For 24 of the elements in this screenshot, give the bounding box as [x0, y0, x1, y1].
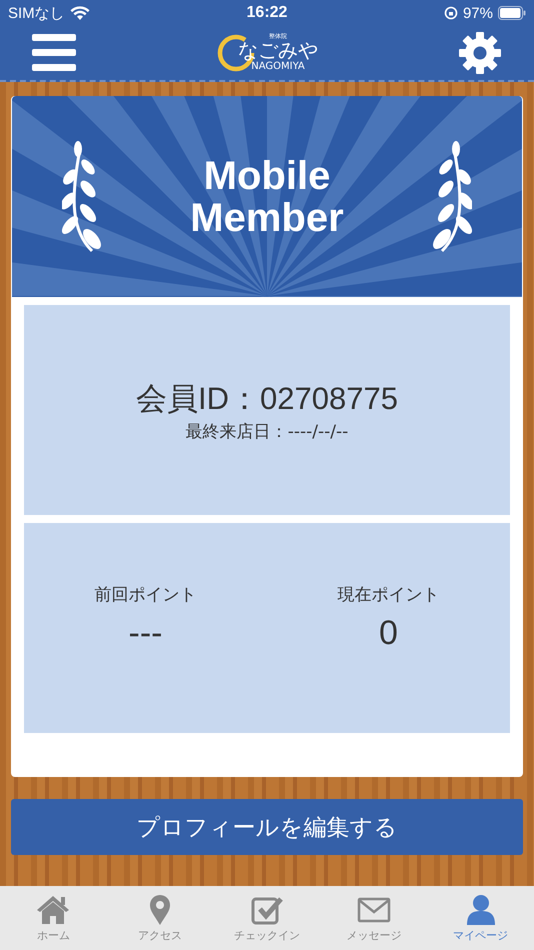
- battery-percent: 97%: [462, 4, 493, 22]
- settings-button[interactable]: [458, 31, 502, 75]
- tab-item[interactable]: チェックイン: [216, 894, 317, 942]
- points-label: 前回ポイント: [94, 584, 196, 606]
- battery-icon: [498, 6, 526, 20]
- clock-time: 16:22: [246, 4, 288, 22]
- points-value: ---: [128, 614, 162, 653]
- member-id: 会員ID：02708775: [136, 380, 398, 418]
- logo-romaji: NAGOMIYA: [251, 62, 305, 72]
- points-value: 0: [379, 614, 398, 653]
- carrier-text: SIMなし: [8, 4, 65, 22]
- tab-item[interactable]: ホーム: [3, 894, 104, 942]
- banner-title: Mobile Member: [189, 154, 345, 238]
- wifi-icon: [70, 6, 90, 20]
- menu-button[interactable]: [32, 34, 76, 72]
- tab-item[interactable]: マイページ: [430, 894, 531, 942]
- tab-item[interactable]: アクセス: [110, 894, 210, 942]
- tab-item[interactable]: メッセージ: [324, 894, 424, 942]
- points-label: 現在ポイント: [338, 584, 440, 606]
- last-visit-date: 最終来店日：----/--/--: [186, 420, 348, 442]
- edit-profile-button[interactable]: プロフィールを編集する: [11, 799, 523, 855]
- rotation-lock-icon: [444, 6, 458, 20]
- logo-name: なごみや: [238, 40, 318, 60]
- home-icon: [35, 894, 72, 926]
